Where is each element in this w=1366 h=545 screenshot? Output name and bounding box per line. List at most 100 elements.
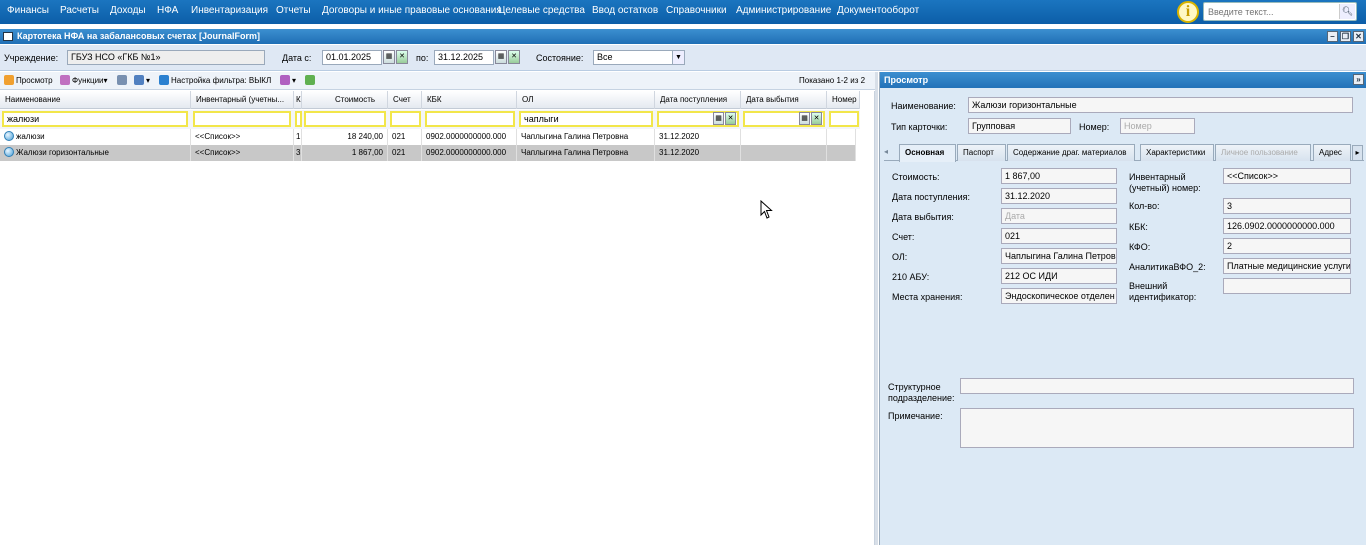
menu-income[interactable]: Доходы	[110, 0, 146, 24]
abu-field[interactable]: 212 ОС ИДИ	[1001, 268, 1117, 284]
col-ol[interactable]: ОЛ	[517, 91, 655, 109]
search-icon[interactable]: 🔍︎	[1339, 4, 1355, 19]
qty-field[interactable]: 3	[1223, 198, 1351, 214]
menu-balance-input[interactable]: Ввод остатков	[592, 0, 658, 24]
functions-button[interactable]: Функции▾	[60, 75, 108, 87]
clear-date-icon[interactable]: ✕	[811, 112, 822, 125]
kfo-field[interactable]: 2	[1223, 238, 1351, 254]
tab-characteristics[interactable]: Характеристики	[1140, 144, 1214, 161]
col-inventory[interactable]: Инвентарный (учетны...	[191, 91, 294, 109]
menu-calculations[interactable]: Расчеты	[60, 0, 99, 24]
menu-inventory[interactable]: Инвентаризация	[191, 0, 268, 24]
account-field[interactable]: 021	[1001, 228, 1117, 244]
chevron-down-icon[interactable]: ▼	[672, 51, 684, 64]
search-input[interactable]	[1208, 5, 1336, 19]
menu-document-flow[interactable]: Документооборот	[837, 0, 919, 24]
col-kbk[interactable]: КБК	[422, 91, 517, 109]
list-button[interactable]	[117, 75, 129, 87]
restore-icon[interactable]: ❐	[1340, 31, 1351, 42]
calendar-icon[interactable]: ▦	[799, 112, 810, 125]
kbk-field[interactable]: 126.0902.0000000000.000	[1223, 218, 1351, 234]
number-field[interactable]: Номер	[1120, 118, 1195, 134]
calendar-icon[interactable]: ▦	[495, 50, 507, 64]
tab-main[interactable]: Основная	[899, 144, 956, 162]
filter-number-input[interactable]	[829, 111, 859, 127]
info-icon[interactable]: i	[1177, 1, 1199, 23]
menu-nfa[interactable]: НФА	[157, 0, 178, 24]
ol-field[interactable]: Чаплыгина Галина Петров	[1001, 248, 1117, 264]
col-cost[interactable]: Стоимость	[302, 91, 388, 109]
filter-cost-input[interactable]	[304, 111, 386, 127]
inventory-number-label: Инвентарный (учетный) номер:	[1129, 172, 1201, 193]
splitter[interactable]	[875, 72, 878, 545]
menu-target-funds[interactable]: Целевые средства	[498, 0, 585, 24]
state-value: Все	[597, 52, 613, 62]
col-date-in[interactable]: Дата поступления	[655, 91, 741, 109]
inventory-number-field[interactable]: <<Список>>	[1223, 168, 1351, 184]
grid-filter-row: жалюзи чаплыги ▦ ✕ ▦ ✕	[0, 110, 860, 129]
view-button[interactable]: Просмотр	[4, 75, 53, 87]
date-from-field[interactable]: 01.01.2025	[322, 50, 382, 65]
col-account[interactable]: Счет	[388, 91, 422, 109]
menu-directories[interactable]: Справочники	[666, 0, 727, 24]
edit-icon	[4, 75, 14, 85]
menu-finance[interactable]: Финансы	[7, 0, 49, 24]
menu-reports[interactable]: Отчеты	[276, 0, 311, 24]
close-icon[interactable]: ✕	[1353, 31, 1364, 42]
disposal-date-field[interactable]: Дата	[1001, 208, 1117, 224]
state-select[interactable]: Все ▼	[593, 50, 685, 65]
col-name[interactable]: Наименование	[0, 91, 191, 109]
table-row[interactable]: жалюзи <<Список>> 1 18 240,00 021 0902.0…	[0, 129, 856, 145]
filter-account-input[interactable]	[390, 111, 421, 127]
settings-button[interactable]: ▾	[280, 75, 296, 87]
vfo-label: АналитикаВФО_2:	[1129, 262, 1206, 272]
name-field[interactable]: Жалюзи горизонтальные	[968, 97, 1353, 113]
tab-passport[interactable]: Паспорт	[957, 144, 1006, 161]
tab-scroll-right-icon[interactable]: ▸	[1352, 145, 1363, 161]
receipt-date-field[interactable]: 31.12.2020	[1001, 188, 1117, 204]
filter-setting-button[interactable]: Настройка фильтра: ВЫКЛ	[159, 75, 271, 87]
calendar-icon[interactable]: ▦	[383, 50, 395, 64]
institution-field[interactable]: ГБУЗ НСО «ГКБ №1»	[67, 50, 265, 65]
cell-qty: 3	[294, 145, 302, 161]
table-row[interactable]: Жалюзи горизонтальные <<Список>> 3 1 867…	[0, 145, 856, 161]
menu-administration[interactable]: Администрирование	[736, 0, 831, 24]
tab-address[interactable]: Адрес	[1313, 144, 1351, 161]
date-to-field[interactable]: 31.12.2025	[434, 50, 494, 65]
filter-ol-input[interactable]: чаплыги	[519, 111, 653, 127]
filter-inventory-input[interactable]	[193, 111, 291, 127]
clear-date-icon[interactable]: ✕	[396, 50, 408, 64]
qty-label: Кол-во:	[1129, 201, 1160, 211]
filter-qty-input[interactable]	[295, 111, 302, 127]
note-field[interactable]	[960, 408, 1354, 448]
minimize-icon[interactable]: –	[1327, 31, 1338, 42]
list-icon	[117, 75, 127, 85]
storage-field[interactable]: Эндоскопическое отделен	[1001, 288, 1117, 304]
account-label: Счет:	[892, 232, 915, 242]
col-qty[interactable]: Кол	[294, 91, 302, 109]
filter-kbk-input[interactable]	[425, 111, 515, 127]
filter-bar: Учреждение: ГБУЗ НСО «ГКБ №1» Дата с: 01…	[0, 45, 1366, 71]
col-date-out[interactable]: Дата выбытия	[741, 91, 827, 109]
external-id-field[interactable]	[1223, 278, 1351, 294]
tab-bar: ◂ Основная Паспорт Содержание драг. мате…	[884, 143, 1364, 162]
col-number[interactable]: Номер	[827, 91, 860, 109]
card-type-field[interactable]: Групповая	[968, 118, 1071, 134]
collapse-icon[interactable]: »	[1353, 74, 1364, 85]
calendar-icon[interactable]: ▦	[713, 112, 724, 125]
clear-date-icon[interactable]: ✕	[725, 112, 736, 125]
receipt-date-label: Дата поступления:	[892, 192, 971, 202]
vfo-field[interactable]: Платные медицинские услуги	[1223, 258, 1351, 274]
refresh-button[interactable]	[305, 75, 317, 87]
cell-account: 021	[388, 145, 422, 161]
filter-name-input[interactable]: жалюзи	[2, 111, 188, 127]
cost-field[interactable]: 1 867,00	[1001, 168, 1117, 184]
menu-contracts[interactable]: Договоры и иные правовые основания	[322, 0, 502, 24]
tab-precious-materials[interactable]: Содержание драг. материалов	[1007, 144, 1135, 161]
clear-date-icon[interactable]: ✕	[508, 50, 520, 64]
tab-scroll-left-icon[interactable]: ◂	[884, 147, 888, 156]
struct-unit-field[interactable]	[960, 378, 1354, 394]
print-button[interactable]: ▾	[134, 75, 150, 87]
records-shown: Показано 1-2 из 2	[799, 76, 866, 85]
tab-personal-use[interactable]: Личное пользование	[1215, 144, 1311, 161]
